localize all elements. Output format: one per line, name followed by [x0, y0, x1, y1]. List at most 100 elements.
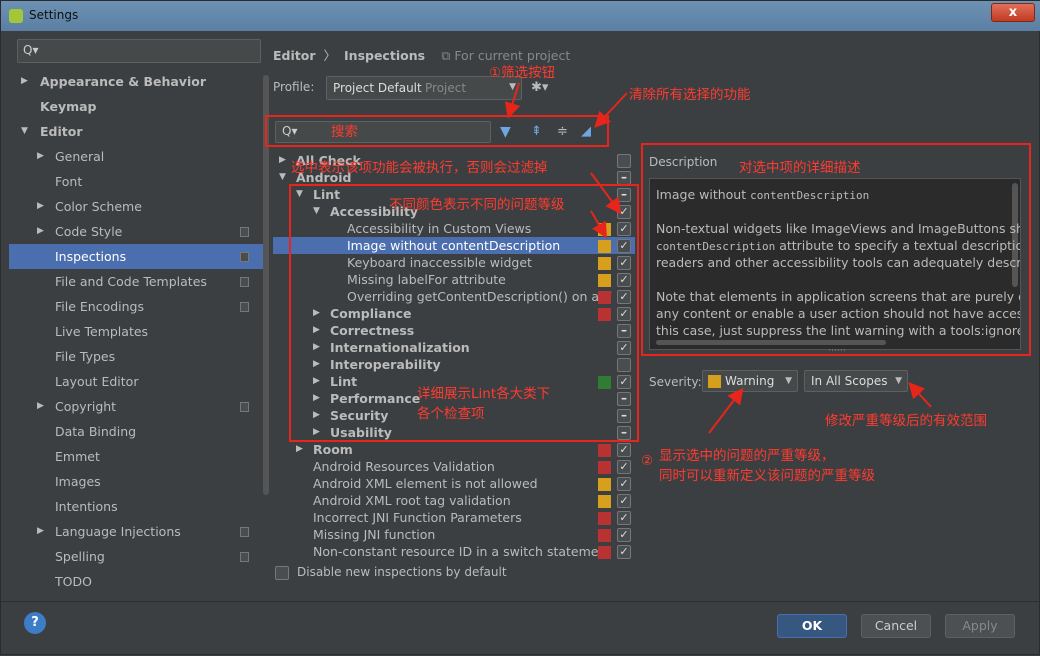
sidebar-item-label: Emmet	[55, 449, 100, 464]
profile-scope: Project	[425, 81, 467, 95]
inspection-checkbox[interactable]: –	[617, 171, 631, 185]
chevron-down-icon: ▼	[895, 376, 902, 386]
inspection-checkbox[interactable]: ✓	[617, 460, 631, 474]
sidebar-item-label: Data Binding	[55, 424, 137, 439]
cancel-button[interactable]: Cancel	[861, 614, 931, 638]
sidebar-item-label: Editor	[40, 124, 83, 139]
inspection-checkbox[interactable]: ✓	[617, 443, 631, 457]
sidebar-item-label: Code Style	[55, 224, 123, 239]
inspection-row[interactable]: Missing JNI function ✓	[273, 526, 635, 543]
scope-dropdown[interactable]: In All Scopes ▼	[804, 370, 908, 392]
chevron-down-icon[interactable]: ▼	[21, 119, 28, 144]
help-icon[interactable]: ?	[24, 612, 46, 634]
sidebar-item[interactable]: Live Templates	[9, 319, 263, 344]
chevron-right-icon[interactable]: ▶	[21, 69, 28, 94]
sidebar-item[interactable]: ▶ General	[9, 144, 263, 169]
sidebar-item-label: Live Templates	[55, 324, 149, 339]
sidebar-item[interactable]: TODO	[9, 569, 263, 594]
inspection-checkbox[interactable]: ✓	[617, 477, 631, 491]
inspection-row[interactable]: Android XML root tag validation ✓	[273, 492, 635, 509]
ok-button[interactable]: OK	[777, 614, 847, 638]
sidebar-item-label: General	[55, 149, 105, 164]
inspection-label: Android XML root tag validation	[313, 493, 511, 508]
sidebar-item[interactable]: File Encodings	[9, 294, 263, 319]
inspection-checkbox[interactable]: ✓	[617, 545, 631, 559]
copy-icon	[240, 527, 249, 537]
profile-label: Profile:	[273, 80, 315, 94]
sidebar-item-label: Keymap	[40, 99, 97, 114]
chevron-right-icon[interactable]: ▶	[37, 144, 44, 169]
chevron-right-icon[interactable]: ▶	[296, 441, 303, 458]
severity-dropdown[interactable]: Warning ▼	[702, 370, 798, 392]
sidebar-item[interactable]: Emmet	[9, 444, 263, 469]
annotation-detail: 对选中项的详细描述	[739, 160, 861, 176]
sidebar-item[interactable]: ▶ Copyright	[9, 394, 263, 419]
annotation-colors: 不同颜色表示不同的问题等级	[389, 197, 565, 213]
copy-icon	[240, 402, 249, 412]
severity-value: Warning	[725, 374, 775, 388]
sidebar-item[interactable]: Spelling	[9, 544, 263, 569]
inspection-row[interactable]: ▶ Room ✓	[273, 441, 635, 458]
sidebar-item[interactable]: Font	[9, 169, 263, 194]
inspection-row[interactable]: Incorrect JNI Function Parameters ✓	[273, 509, 635, 526]
severity-swatch	[598, 444, 611, 457]
sidebar-item[interactable]: ▼ Editor	[9, 119, 263, 144]
sidebar-item[interactable]: ▶ Color Scheme	[9, 194, 263, 219]
sidebar-item[interactable]: ▶ Language Injections	[9, 519, 263, 544]
android-studio-icon	[9, 9, 23, 23]
sidebar-item[interactable]: ▶ Appearance & Behavior	[9, 69, 263, 94]
chevron-right-icon[interactable]: ▶	[37, 219, 44, 244]
sidebar-item[interactable]: Data Binding	[9, 419, 263, 444]
sidebar-item[interactable]: File and Code Templates	[9, 269, 263, 294]
inspection-checkbox[interactable]: ✓	[617, 511, 631, 525]
settings-window: Settings x Q▾ ▶ Appearance & Behavior Keym…	[0, 0, 1040, 655]
sidebar-item[interactable]: Keymap	[9, 94, 263, 119]
breadcrumb-editor: Editor	[273, 48, 316, 63]
search-icon: Q▾	[23, 43, 39, 57]
inspection-label: Room	[313, 442, 353, 457]
copy-icon: ⧉	[441, 48, 451, 63]
inspection-row[interactable]: Android Resources Validation ✓	[273, 458, 635, 475]
annotation-sev-num: ②	[641, 453, 654, 469]
chevron-right-icon[interactable]: ▶	[37, 194, 44, 219]
sidebar-item[interactable]: Images	[9, 469, 263, 494]
severity-swatch	[598, 461, 611, 474]
severity-swatch	[598, 512, 611, 525]
inspection-label: Missing JNI function	[313, 527, 436, 542]
copy-icon	[240, 252, 249, 262]
apply-button[interactable]: Apply	[945, 614, 1015, 638]
sidebar-item[interactable]: File Types	[9, 344, 263, 369]
inspection-label: Incorrect JNI Function Parameters	[313, 510, 522, 525]
inspection-checkbox[interactable]: ✓	[617, 528, 631, 542]
inspection-row[interactable]: Android XML element is not allowed ✓	[273, 475, 635, 492]
severity-swatch	[708, 375, 721, 388]
sidebar-item[interactable]: ▶ Code Style	[9, 219, 263, 244]
inspection-label: Non-constant resource ID in a switch sta…	[313, 544, 612, 559]
sidebar-item[interactable]: Intentions	[9, 494, 263, 519]
gear-icon[interactable]: ✱▾	[531, 80, 548, 95]
sidebar-item[interactable]: Inspections	[9, 244, 263, 269]
sidebar-item[interactable]: Layout Editor	[9, 369, 263, 394]
copy-icon	[240, 302, 249, 312]
sidebar-item-label: File and Code Templates	[55, 274, 207, 289]
sidebar-item-label: Spelling	[55, 549, 105, 564]
close-button[interactable]: x	[991, 3, 1035, 22]
chevron-down-icon[interactable]: ▼	[279, 169, 286, 186]
sidebar-item-label: File Types	[55, 349, 116, 364]
chevron-right-icon[interactable]: ▶	[37, 394, 44, 419]
inspection-row[interactable]: Non-constant resource ID in a switch sta…	[273, 543, 635, 560]
annotation-clear: 清除所有选择的功能	[629, 87, 751, 103]
inspection-checkbox[interactable]: ✓	[617, 494, 631, 508]
chevron-right-icon[interactable]: ▶	[37, 519, 44, 544]
inspection-label: Android Resources Validation	[313, 459, 495, 474]
annotation-search: 搜索	[331, 124, 358, 140]
chevron-down-icon: ▼	[509, 82, 516, 92]
title-bar[interactable]: Settings x	[1, 1, 1040, 31]
disable-new-checkbox[interactable]	[275, 566, 289, 580]
chevron-right-icon[interactable]: ▶	[279, 152, 286, 169]
severity-swatch	[598, 495, 611, 508]
dialog-footer: ? OK Cancel Apply	[1, 601, 1040, 656]
inspection-checkbox[interactable]	[617, 154, 631, 168]
annotation-severity-2: 同时可以重新定义该问题的严重等级	[659, 468, 875, 484]
settings-search-input[interactable]: Q▾	[17, 39, 261, 63]
